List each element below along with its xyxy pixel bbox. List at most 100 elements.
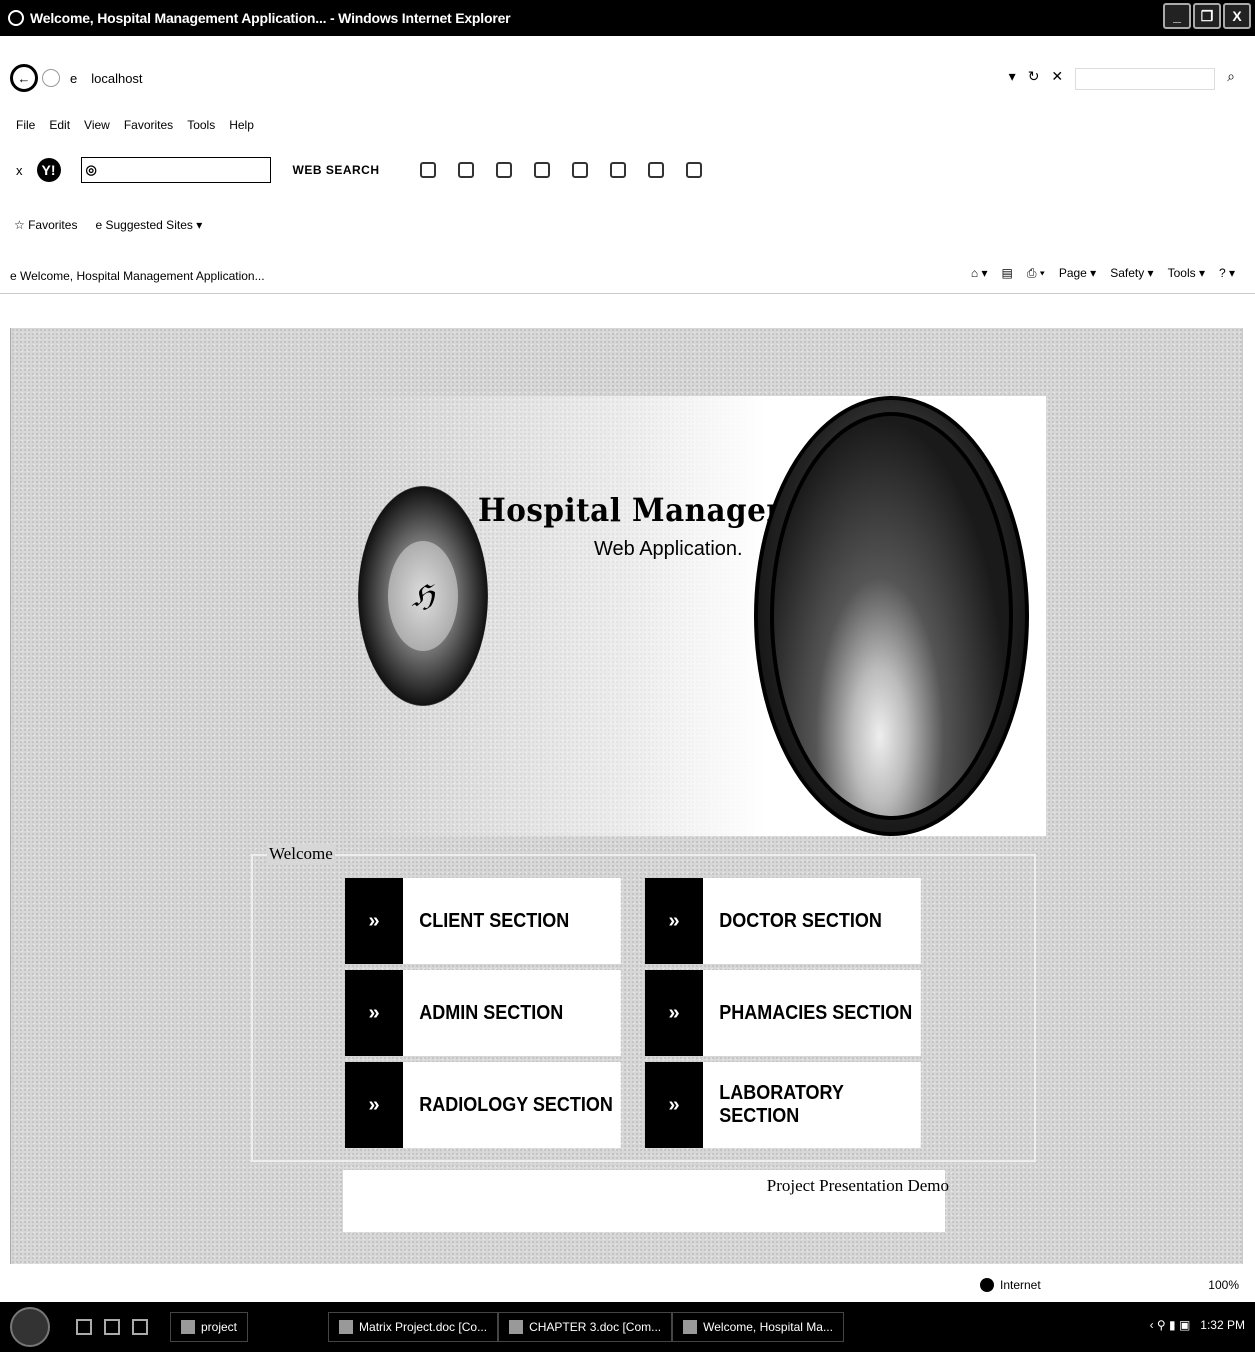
show-desktop-icon[interactable] [76,1319,92,1335]
zone-label: Internet [1000,1278,1041,1292]
banner: ℌ Hospital Management Web Application. [346,396,1046,836]
menu-bar: File Edit View Favorites Tools Help [16,118,254,132]
toolbar-icon-7[interactable] [647,162,664,178]
zoom-level[interactable]: 100% [1208,1278,1239,1292]
toolbar-icon-8[interactable] [685,162,702,178]
favorites-button[interactable]: ☆ Favorites [14,218,77,232]
feeds-icon[interactable]: ▤ [1001,266,1012,281]
url-text[interactable]: localhost [91,71,142,86]
tray-icons[interactable]: ‹ ⚲ ▮ ▣ [1150,1318,1191,1332]
window-controls: _ ❐ X [1163,3,1251,29]
menu-edit[interactable]: Edit [49,118,70,132]
system-tray: ‹ ⚲ ▮ ▣ 1:32 PM [1150,1318,1245,1332]
arrow-icon: » [645,878,703,964]
close-toolbar-icon[interactable]: x [16,163,23,178]
laboratory-section-button[interactable]: » LABORATORY SECTION [645,1062,945,1148]
toolbar-icon-5[interactable] [571,162,588,178]
task-label: Matrix Project.doc [Co... [359,1320,488,1334]
address-bar: ← e localhost ▾ ↻ ✕ ⌕ [0,56,1255,100]
forward-icon[interactable] [42,69,60,87]
security-zone: Internet [980,1278,1041,1292]
pharmacies-section-button[interactable]: » PHAMACIES SECTION [645,970,945,1056]
menu-favorites[interactable]: Favorites [124,118,173,132]
ie-icon [8,10,24,26]
safety-menu[interactable]: Safety ▾ [1110,266,1153,281]
vertical-scrollbar[interactable] [1242,328,1255,1264]
taskbar: project Matrix Project.doc [Co... CHAPTE… [0,1302,1255,1352]
admin-section-button[interactable]: » ADMIN SECTION [345,970,645,1056]
yahoo-search-input[interactable]: ◎ [80,157,271,183]
task-items: project Matrix Project.doc [Co... CHAPTE… [170,1312,844,1342]
suggested-sites-button[interactable]: e Suggested Sites ▾ [95,218,202,232]
search-icon[interactable]: ⌕ [1227,68,1235,90]
address-field[interactable]: e localhost [70,71,143,86]
radiology-section-button[interactable]: » RADIOLOGY SECTION [345,1062,645,1148]
menu-file[interactable]: File [16,118,35,132]
tools-menu[interactable]: Tools ▾ [1168,266,1205,281]
task-label: CHAPTER 3.doc [Com... [529,1320,662,1334]
toolbar-icon-6[interactable] [609,162,626,178]
favorites-label: Favorites [28,218,78,232]
arrow-icon: » [345,878,403,964]
task-matrix-doc[interactable]: Matrix Project.doc [Co... [328,1312,499,1342]
doctor-section-button[interactable]: » DOCTOR SECTION [645,878,945,964]
welcome-legend: Welcome [267,844,335,864]
arrow-icon: » [345,970,403,1056]
page-menu[interactable]: Page ▾ [1059,266,1096,281]
task-ie-window[interactable]: Welcome, Hospital Ma... [672,1312,844,1342]
stop-icon[interactable]: ✕ [1051,68,1063,90]
back-icon[interactable]: ← [10,64,38,92]
yahoo-toolbar: x Y! ◎ WEB SEARCH [0,150,1255,190]
toolbar-icon-1[interactable] [419,162,436,178]
section-grid: » CLIENT SECTION » DOCTOR SECTION » ADMI… [345,878,945,1154]
home-icon[interactable]: ⌂ ▾ [971,266,988,281]
menu-view[interactable]: View [84,118,110,132]
task-chapter3-doc[interactable]: CHAPTER 3.doc [Com... [498,1312,673,1342]
task-label: project [201,1320,238,1334]
yahoo-logo[interactable]: Y! [36,158,61,182]
page-content: ℌ Hospital Management Web Application. W… [10,328,1242,1264]
ie-quicklaunch-icon[interactable] [104,1319,120,1335]
search-icon: ◎ [85,162,97,177]
start-button[interactable] [10,1307,50,1347]
footer-text: Project Presentation Demo [766,1176,949,1195]
close-button[interactable]: X [1223,3,1251,29]
address-tools: ▾ ↻ ✕ ⌕ [1009,68,1235,90]
web-search-button[interactable]: WEB SEARCH [293,163,380,177]
clock: 1:32 PM [1200,1318,1245,1332]
toolbar-icon-4[interactable] [533,162,550,178]
maximize-button[interactable]: ❐ [1193,3,1221,29]
folder-icon [181,1320,195,1334]
dropdown-icon[interactable]: ▾ [1009,68,1016,90]
toolbar-icon-2[interactable] [457,162,474,178]
arrow-icon: » [645,970,703,1056]
section-label: RADIOLOGY SECTION [403,1062,621,1148]
banner-subtitle: Web Application. [594,538,743,560]
section-label: CLIENT SECTION [403,878,621,964]
help-icon[interactable]: ? ▾ [1219,266,1235,281]
banner-photo [754,396,1029,836]
menu-tools[interactable]: Tools [187,118,215,132]
media-quicklaunch-icon[interactable] [132,1319,148,1335]
menu-help[interactable]: Help [229,118,254,132]
task-project[interactable]: project [170,1312,249,1342]
print-icon[interactable]: ⎙ ▾ [1027,266,1045,281]
toolbar-icons [419,162,702,178]
word-doc-icon [509,1320,524,1334]
toolbar-icon-3[interactable] [495,162,512,178]
suggested-sites-label: Suggested Sites ▾ [105,218,203,232]
section-label: DOCTOR SECTION [703,878,921,964]
section-label: ADMIN SECTION [403,970,621,1056]
favorites-bar: ☆ Favorites e Suggested Sites ▾ [14,218,202,232]
tab-current[interactable]: e Welcome, Hospital Management Applicati… [10,269,265,283]
client-section-button[interactable]: » CLIENT SECTION [345,878,645,964]
logo-monogram: ℌ [388,541,458,651]
quick-launch [76,1319,148,1335]
tab-bar: e Welcome, Hospital Management Applicati… [0,258,1255,294]
section-label: LABORATORY SECTION [703,1062,921,1148]
refresh-icon[interactable]: ↻ [1028,68,1040,90]
minimize-button[interactable]: _ [1163,3,1191,29]
hospital-logo: ℌ [358,486,488,706]
arrow-icon: » [345,1062,403,1148]
search-input[interactable] [1075,68,1216,90]
